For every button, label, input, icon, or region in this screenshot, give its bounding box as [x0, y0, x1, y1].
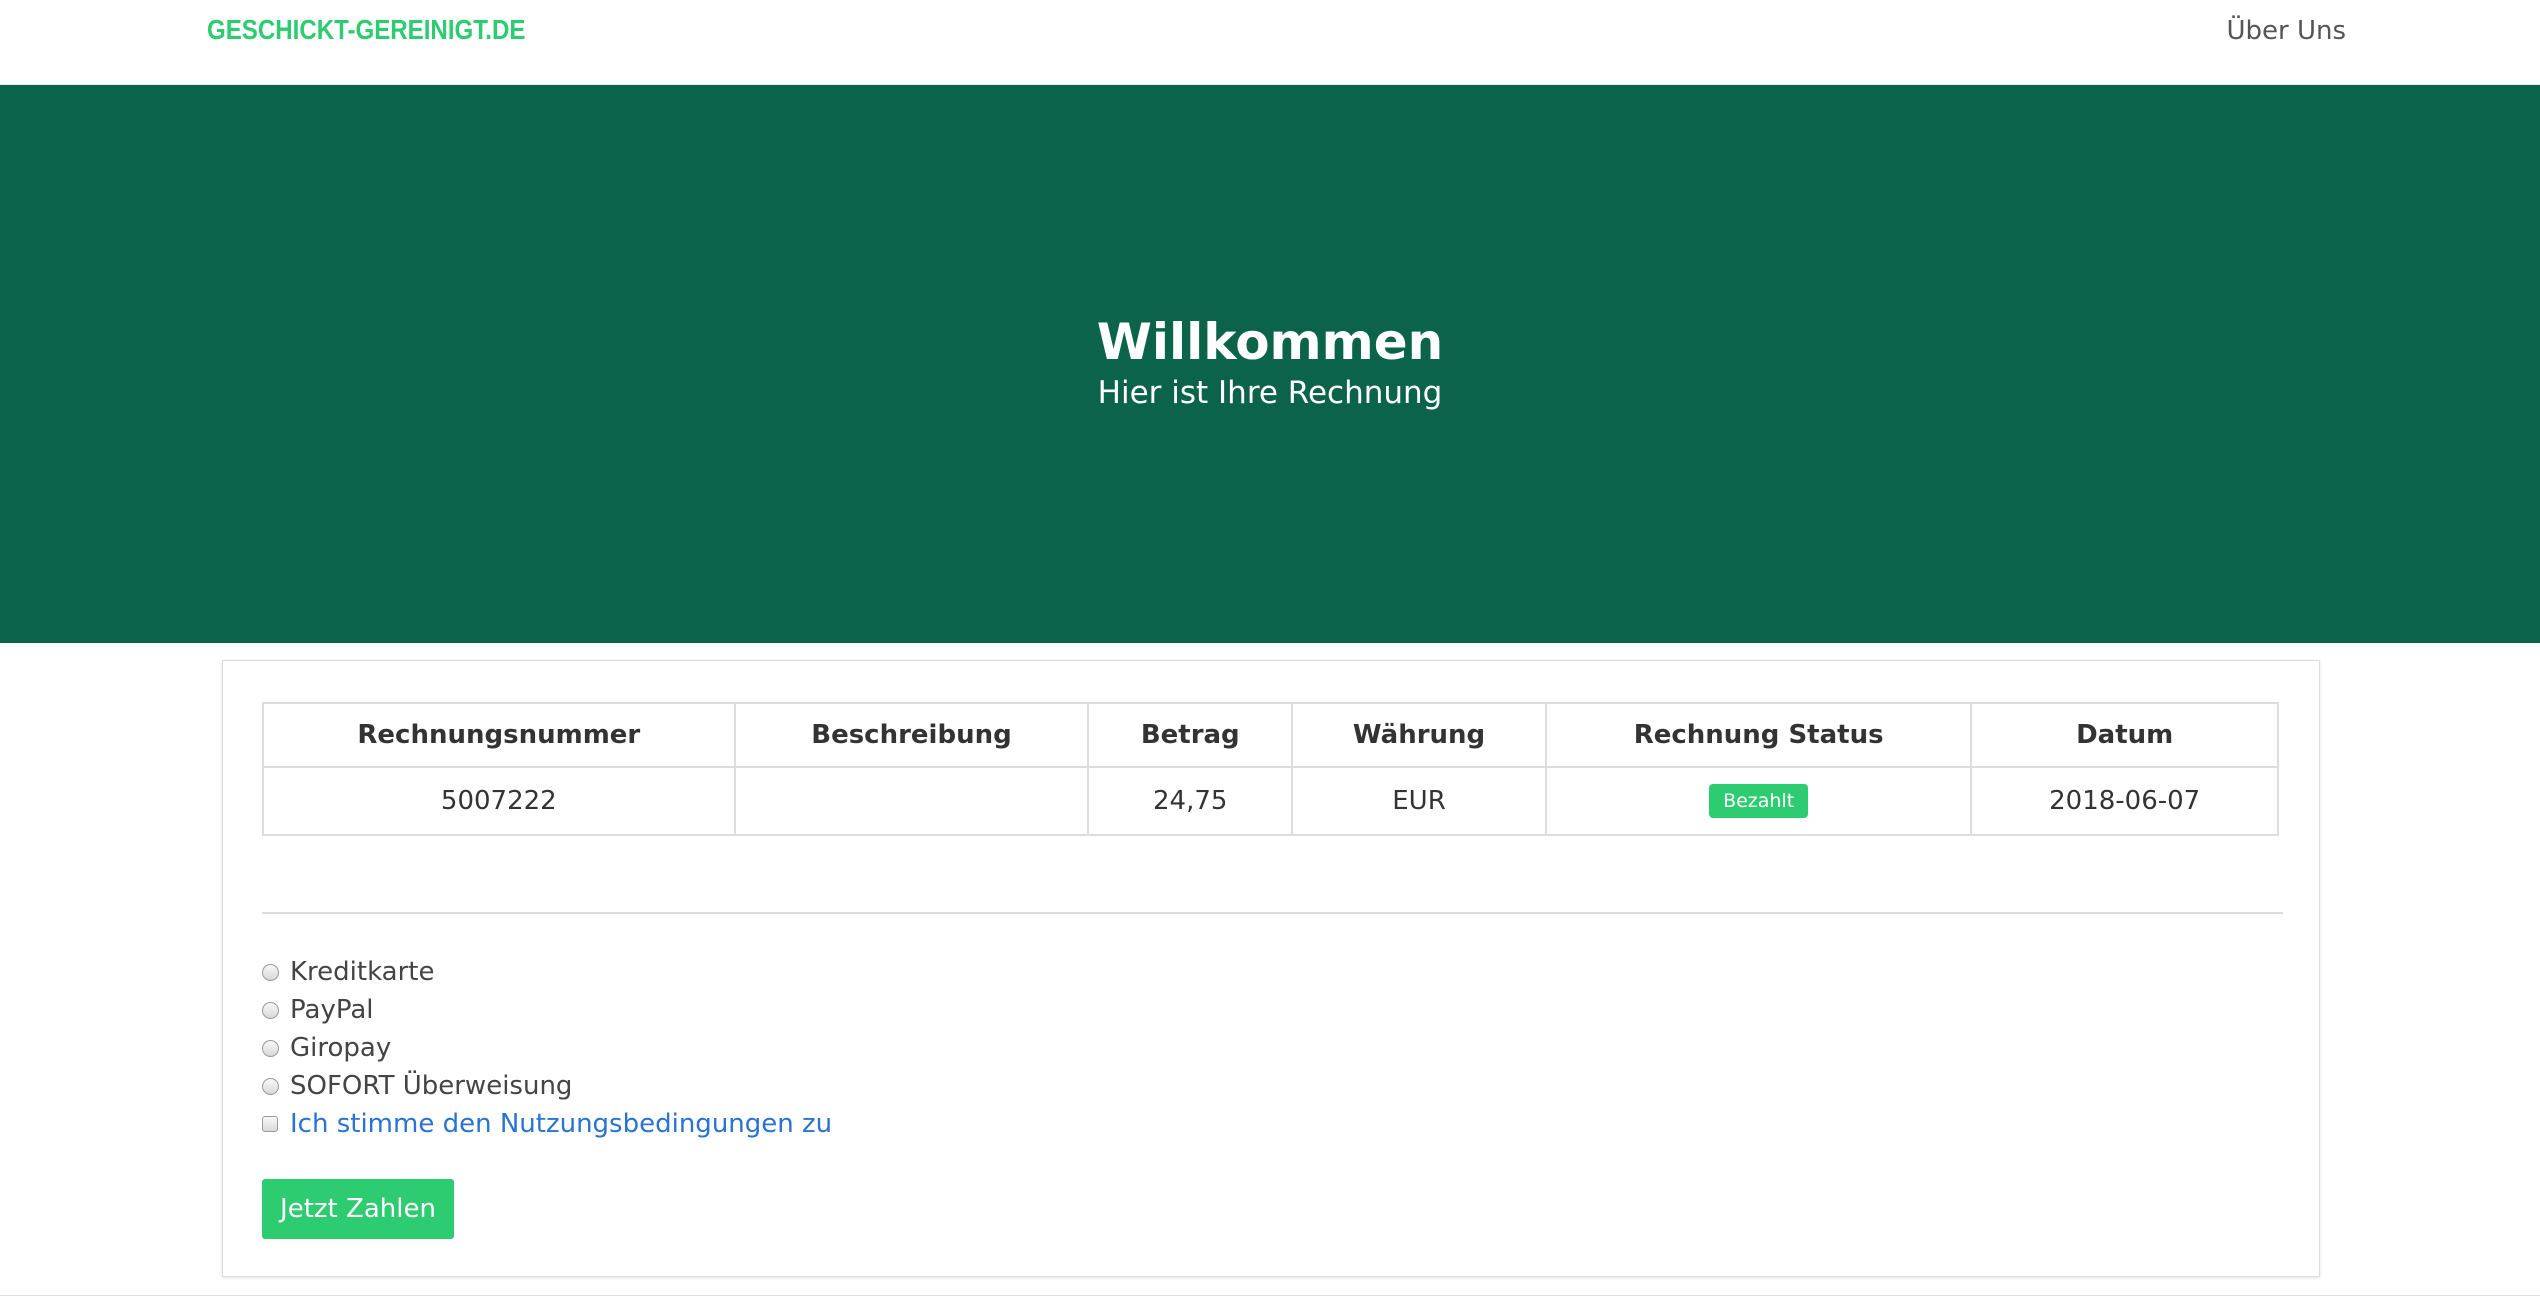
- cell-description: [733, 766, 1090, 836]
- section-divider: [262, 912, 2283, 914]
- option-label: Kreditkarte: [290, 957, 435, 987]
- invoice-table: Rechnungsnummer Beschreibung Betrag Währ…: [262, 702, 2279, 836]
- payment-option-paypal[interactable]: PayPal: [262, 991, 832, 1029]
- hero-banner: Willkommen Hier ist Ihre Rechnung: [0, 85, 2540, 643]
- cell-date: 2018-06-07: [1970, 766, 2279, 836]
- option-label: PayPal: [290, 995, 374, 1025]
- header-invoice-number: Rechnungsnummer: [262, 702, 736, 768]
- radio-kreditkarte[interactable]: [262, 963, 279, 981]
- cell-amount: 24,75: [1087, 766, 1294, 836]
- payment-option-sofort[interactable]: SOFORT Überweisung: [262, 1067, 832, 1105]
- terms-consent[interactable]: Ich stimme den Nutzungsbedingungen zu: [262, 1105, 832, 1143]
- pay-now-button[interactable]: Jetzt Zahlen: [262, 1179, 454, 1239]
- footer-divider: [0, 1295, 2540, 1296]
- terms-checkbox[interactable]: [262, 1116, 278, 1132]
- brand-logo[interactable]: GESCHICKT-GEREINIGT.DE: [207, 14, 525, 46]
- cell-currency: EUR: [1291, 766, 1547, 836]
- radio-giropay[interactable]: [262, 1039, 279, 1057]
- payment-option-giropay[interactable]: Giropay: [262, 1029, 832, 1067]
- status-badge: Bezahlt: [1709, 783, 1809, 819]
- invoice-panel: Rechnungsnummer Beschreibung Betrag Währ…: [222, 660, 2320, 1277]
- top-navbar: GESCHICKT-GEREINIGT.DE Über Uns: [0, 0, 2540, 85]
- option-label: Giropay: [290, 1033, 392, 1063]
- header-amount: Betrag: [1087, 702, 1294, 768]
- terms-link[interactable]: Ich stimme den Nutzungsbedingungen zu: [290, 1109, 832, 1139]
- header-description: Beschreibung: [733, 702, 1090, 768]
- payment-option-kreditkarte[interactable]: Kreditkarte: [262, 953, 832, 991]
- cell-invoice-number: 5007222: [262, 766, 736, 836]
- table-row: 5007222 24,75 EUR Bezahlt 2018-06-07: [262, 766, 2279, 836]
- nav-link-about[interactable]: Über Uns: [2226, 16, 2346, 46]
- header-currency: Währung: [1291, 702, 1547, 768]
- radio-paypal[interactable]: [262, 1001, 279, 1019]
- hero-subtitle: Hier ist Ihre Rechnung: [1097, 375, 1443, 411]
- cell-status: Bezahlt: [1544, 766, 1973, 836]
- radio-sofort[interactable]: [262, 1077, 279, 1095]
- header-invoice-status: Rechnung Status: [1544, 702, 1973, 768]
- option-label: SOFORT Überweisung: [290, 1071, 573, 1101]
- header-date: Datum: [1970, 702, 2279, 768]
- hero-title: Willkommen: [1096, 313, 1444, 371]
- payment-options: Kreditkarte PayPal Giropay SOFORT Überwe…: [262, 953, 832, 1143]
- table-header-row: Rechnungsnummer Beschreibung Betrag Währ…: [262, 702, 2279, 768]
